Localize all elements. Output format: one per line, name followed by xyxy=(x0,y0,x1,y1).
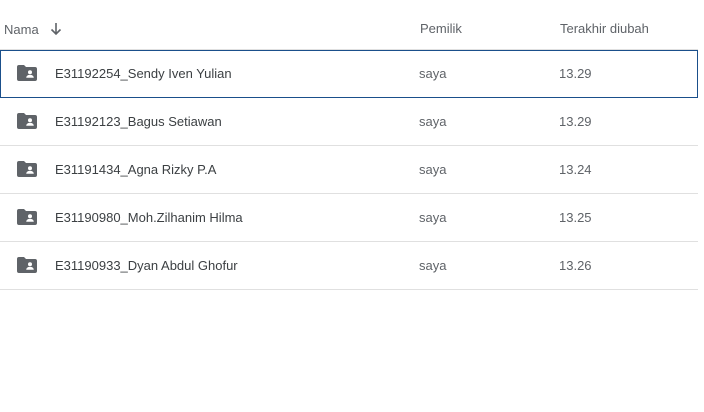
file-name: E31190980_Moh.Zilhanim Hilma xyxy=(55,210,243,225)
file-owner: saya xyxy=(419,210,447,225)
shared-folder-icon xyxy=(17,65,37,81)
file-modified: 13.25 xyxy=(559,210,592,225)
file-list: E31192254_Sendy Iven Yulian saya 13.29 E… xyxy=(0,50,698,290)
table-row[interactable]: E31190980_Moh.Zilhanim Hilma saya 13.25 xyxy=(0,194,698,242)
column-header-owner[interactable]: Pemilik xyxy=(420,0,462,50)
file-name: E31192123_Bagus Setiawan xyxy=(55,114,222,129)
arrow-down-icon[interactable] xyxy=(49,22,63,36)
shared-folder-icon xyxy=(17,257,37,273)
shared-folder-icon xyxy=(17,209,37,225)
file-owner: saya xyxy=(419,66,447,81)
column-header-name-label: Nama xyxy=(4,21,39,37)
file-modified: 13.24 xyxy=(559,162,592,177)
file-modified: 13.26 xyxy=(559,258,592,273)
table-row[interactable]: E31191434_Agna Rizky P.A saya 13.24 xyxy=(0,146,698,194)
column-header-modified[interactable]: Terakhir diubah xyxy=(560,0,649,50)
file-name: E31190933_Dyan Abdul Ghofur xyxy=(55,258,238,273)
file-modified: 13.29 xyxy=(559,114,592,129)
table-row[interactable]: E31190933_Dyan Abdul Ghofur saya 13.26 xyxy=(0,242,698,290)
file-owner: saya xyxy=(419,114,447,129)
file-owner: saya xyxy=(419,162,447,177)
file-name: E31192254_Sendy Iven Yulian xyxy=(55,66,232,81)
file-list-header: Nama Pemilik Terakhir diubah xyxy=(0,0,698,50)
shared-folder-icon xyxy=(17,113,37,129)
file-name: E31191434_Agna Rizky P.A xyxy=(55,162,217,177)
file-modified: 13.29 xyxy=(559,66,592,81)
table-row[interactable]: E31192123_Bagus Setiawan saya 13.29 xyxy=(0,98,698,146)
table-row[interactable]: E31192254_Sendy Iven Yulian saya 13.29 xyxy=(0,50,698,98)
shared-folder-icon xyxy=(17,161,37,177)
file-owner: saya xyxy=(419,258,447,273)
